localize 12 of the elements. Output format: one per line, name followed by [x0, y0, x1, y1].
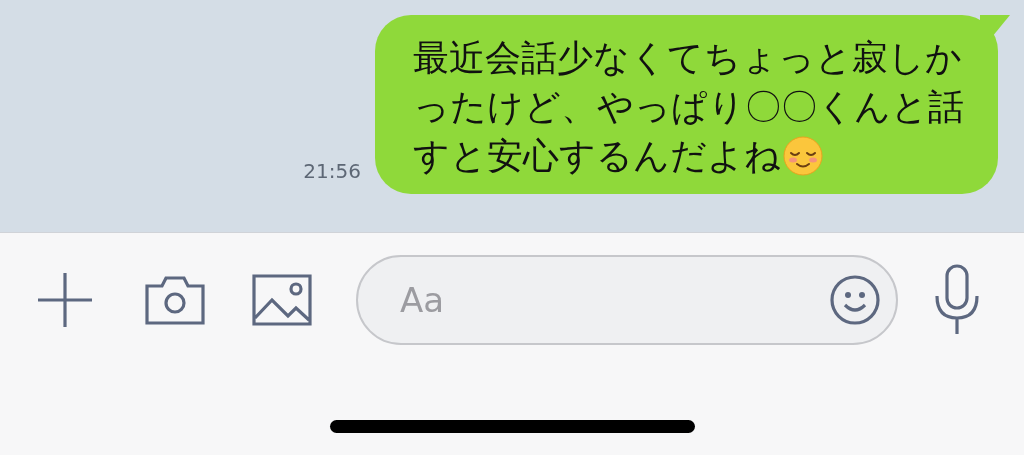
message-text: ったけど、やっぱり〇〇くんと話 — [413, 85, 964, 129]
message-time: 21:56 — [303, 158, 361, 185]
message-text: 最近会話少なくてちょっと寂しか — [413, 36, 962, 80]
message-input[interactable]: Aa — [398, 273, 830, 327]
message-field[interactable]: Aa — [356, 255, 898, 345]
microphone-icon[interactable] — [934, 264, 980, 336]
message-text: すと安心するんだよね — [413, 134, 781, 178]
image-icon[interactable] — [252, 274, 312, 326]
emoji-icon — [783, 135, 823, 176]
emoji-icon[interactable] — [830, 275, 880, 325]
camera-icon[interactable] — [144, 274, 206, 326]
plus-icon[interactable] — [36, 271, 94, 329]
